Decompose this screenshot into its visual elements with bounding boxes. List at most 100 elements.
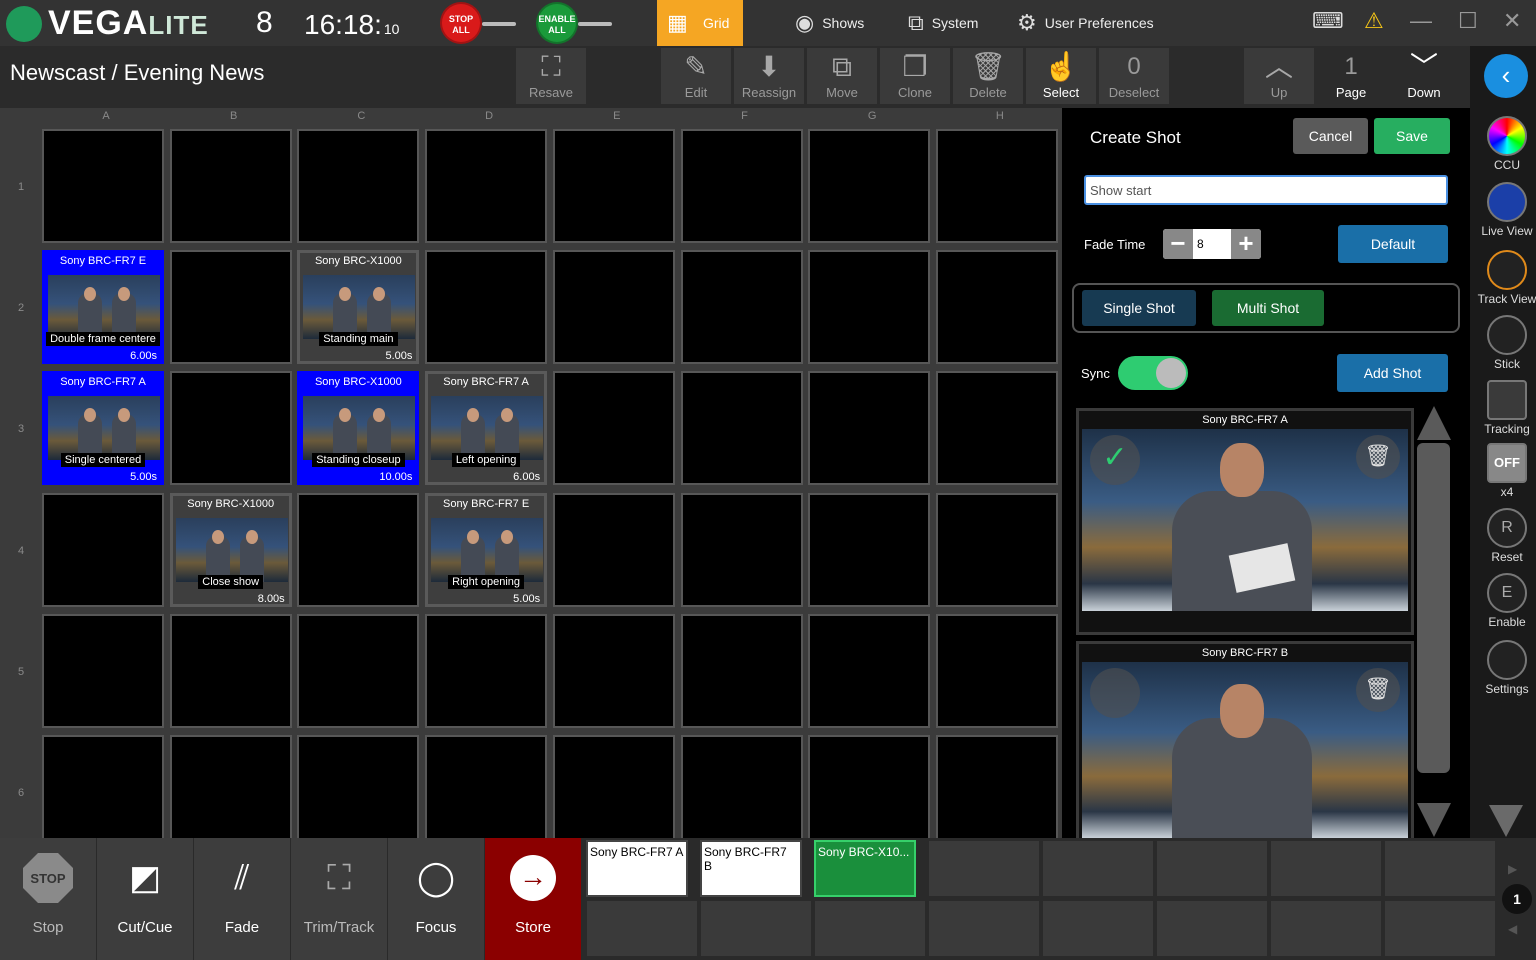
grid-cell-empty[interactable] — [169, 129, 292, 243]
grid-cell-empty[interactable] — [808, 250, 931, 365]
reassign-button[interactable]: ⬇ Reassign — [734, 48, 804, 104]
grid-cell-empty[interactable] — [808, 492, 931, 607]
tab-grid[interactable]: ▦ Grid — [657, 0, 743, 46]
check-icon[interactable]: ✓ — [1090, 435, 1140, 485]
delete-button[interactable]: 🗑 Delete — [953, 48, 1023, 104]
menu-shows[interactable]: ◉ Shows — [795, 0, 864, 46]
grid-cell-empty[interactable] — [935, 613, 1058, 728]
grid-cell-empty[interactable] — [552, 492, 675, 607]
deselect-button[interactable]: 0 Deselect — [1099, 48, 1169, 104]
fade-time-stepper[interactable]: − 8 + — [1163, 229, 1261, 259]
close-icon[interactable]: ✕ — [1503, 8, 1521, 34]
plus-icon[interactable]: + — [1231, 229, 1261, 259]
save-button[interactable]: Save — [1374, 118, 1450, 154]
rail-item-track-view[interactable]: Track View — [1470, 250, 1536, 306]
move-button[interactable]: ⧉ Move — [807, 48, 877, 104]
rail-item-x4[interactable]: OFF x4 — [1470, 443, 1536, 499]
rail-item-reset[interactable]: R Reset — [1470, 508, 1536, 564]
grid-cell-empty[interactable] — [935, 129, 1058, 243]
camera-slot[interactable] — [1042, 840, 1154, 897]
grid-cell-empty[interactable] — [169, 250, 292, 365]
slots-next-icon[interactable]: ▶ — [1508, 862, 1517, 876]
grid-cell-empty[interactable] — [297, 735, 420, 849]
stop-all-button[interactable]: STOP ALL — [440, 2, 482, 44]
grid-cell-empty[interactable] — [935, 250, 1058, 365]
default-button[interactable]: Default — [1338, 225, 1448, 263]
add-shot-button[interactable]: Add Shot — [1337, 354, 1448, 392]
trim-track-button[interactable]: ⛶ Trim/Track — [291, 838, 387, 960]
camera-slot[interactable] — [1042, 900, 1154, 957]
cancel-button[interactable]: Cancel — [1293, 118, 1368, 154]
scroll-down-icon[interactable] — [1417, 803, 1451, 837]
uncheck-icon[interactable] — [1090, 668, 1140, 718]
page-up-button[interactable]: ︿ Up — [1244, 48, 1314, 104]
slots-prev-icon[interactable]: ◀ — [1508, 922, 1517, 936]
camera-slot[interactable] — [1156, 900, 1268, 957]
rail-item-enable[interactable]: E Enable — [1470, 573, 1536, 629]
camera-slot[interactable] — [1384, 900, 1496, 957]
shot-card[interactable]: Sony BRC-FR7 B 🗑 — [1076, 641, 1414, 841]
grid-cell-empty[interactable] — [935, 371, 1058, 486]
minimize-icon[interactable]: — — [1410, 8, 1432, 34]
camera-slot[interactable] — [1270, 840, 1382, 897]
store-button[interactable]: → Store — [485, 838, 581, 960]
camera-slot[interactable]: Sony BRC-FR7 A — [586, 840, 688, 897]
grid-cell-empty[interactable] — [935, 492, 1058, 607]
grid-cell-shot[interactable]: Sony BRC-X1000 Close show 8.00s — [169, 492, 292, 607]
cut-cue-button[interactable]: ◩ Cut/Cue — [97, 838, 193, 960]
camera-slot[interactable] — [814, 900, 926, 957]
camera-slot[interactable] — [928, 900, 1040, 957]
edit-button[interactable]: ✎ Edit — [661, 48, 731, 104]
panel-scrollbar[interactable] — [1417, 443, 1450, 773]
rail-item-stick[interactable]: Stick — [1470, 315, 1536, 371]
grid-cell-empty[interactable] — [297, 613, 420, 728]
grid-cell-empty[interactable] — [680, 735, 803, 849]
stop-button[interactable]: STOP Stop — [0, 838, 96, 960]
grid-cell-empty[interactable] — [297, 492, 420, 607]
grid-cell-empty[interactable] — [552, 371, 675, 486]
camera-slot[interactable]: Sony BRC-X10... — [814, 840, 916, 897]
maximize-icon[interactable]: ☐ — [1458, 8, 1478, 34]
rail-item-settings[interactable]: Settings — [1470, 640, 1536, 696]
grid-cell-empty[interactable] — [42, 613, 164, 728]
grid-cell-empty[interactable] — [552, 735, 675, 849]
select-button[interactable]: ☝ Select — [1026, 48, 1096, 104]
keyboard-icon[interactable]: ⌨ — [1312, 8, 1344, 34]
grid-cell-empty[interactable] — [680, 250, 803, 365]
grid-cell-empty[interactable] — [935, 735, 1058, 849]
multi-shot-button[interactable]: Multi Shot — [1212, 290, 1324, 326]
grid-cell-empty[interactable] — [297, 129, 420, 243]
camera-slot[interactable] — [928, 840, 1040, 897]
grid-cell-shot[interactable]: Sony BRC-FR7 E Double frame centere 6.00s — [42, 250, 164, 365]
grid-cell-empty[interactable] — [808, 129, 931, 243]
rail-scroll-down-icon[interactable] — [1489, 805, 1523, 837]
camera-slot[interactable] — [700, 900, 812, 957]
grid-cell-empty[interactable] — [680, 613, 803, 728]
grid-cell-shot[interactable]: Sony BRC-FR7 A Single centered 5.00s — [42, 371, 164, 486]
grid-cell-empty[interactable] — [42, 492, 164, 607]
enable-all-toggle[interactable] — [578, 22, 612, 26]
minus-icon[interactable]: − — [1163, 229, 1193, 259]
stop-all-toggle[interactable] — [482, 22, 516, 26]
grid-cell-empty[interactable] — [680, 492, 803, 607]
grid-cell-empty[interactable] — [425, 735, 548, 849]
focus-button[interactable]: ◯ Focus — [388, 838, 484, 960]
warning-icon[interactable]: ⚠ — [1364, 8, 1384, 34]
grid-cell-empty[interactable] — [425, 250, 548, 365]
menu-user-preferences[interactable]: ⚙ User Preferences — [1017, 0, 1154, 46]
camera-slot[interactable]: Sony BRC-FR7 B — [700, 840, 802, 897]
menu-system[interactable]: ⧉ System — [908, 0, 978, 46]
grid-cell-empty[interactable] — [42, 735, 164, 849]
grid-cell-empty[interactable] — [425, 613, 548, 728]
camera-slot[interactable] — [586, 900, 698, 957]
rail-item-tracking[interactable]: Tracking — [1470, 380, 1536, 436]
clone-button[interactable]: ❐ Clone — [880, 48, 950, 104]
grid-cell-empty[interactable] — [169, 371, 292, 486]
enable-all-button[interactable]: ENABLE ALL — [536, 2, 578, 44]
grid-cell-empty[interactable] — [169, 735, 292, 849]
grid-cell-shot[interactable]: Sony BRC-X1000 Standing main 5.00s — [297, 250, 420, 365]
collapse-panel-icon[interactable]: ‹ — [1484, 54, 1528, 98]
grid-cell-empty[interactable] — [808, 735, 931, 849]
grid-cell-empty[interactable] — [169, 613, 292, 728]
grid-cell-empty[interactable] — [552, 250, 675, 365]
